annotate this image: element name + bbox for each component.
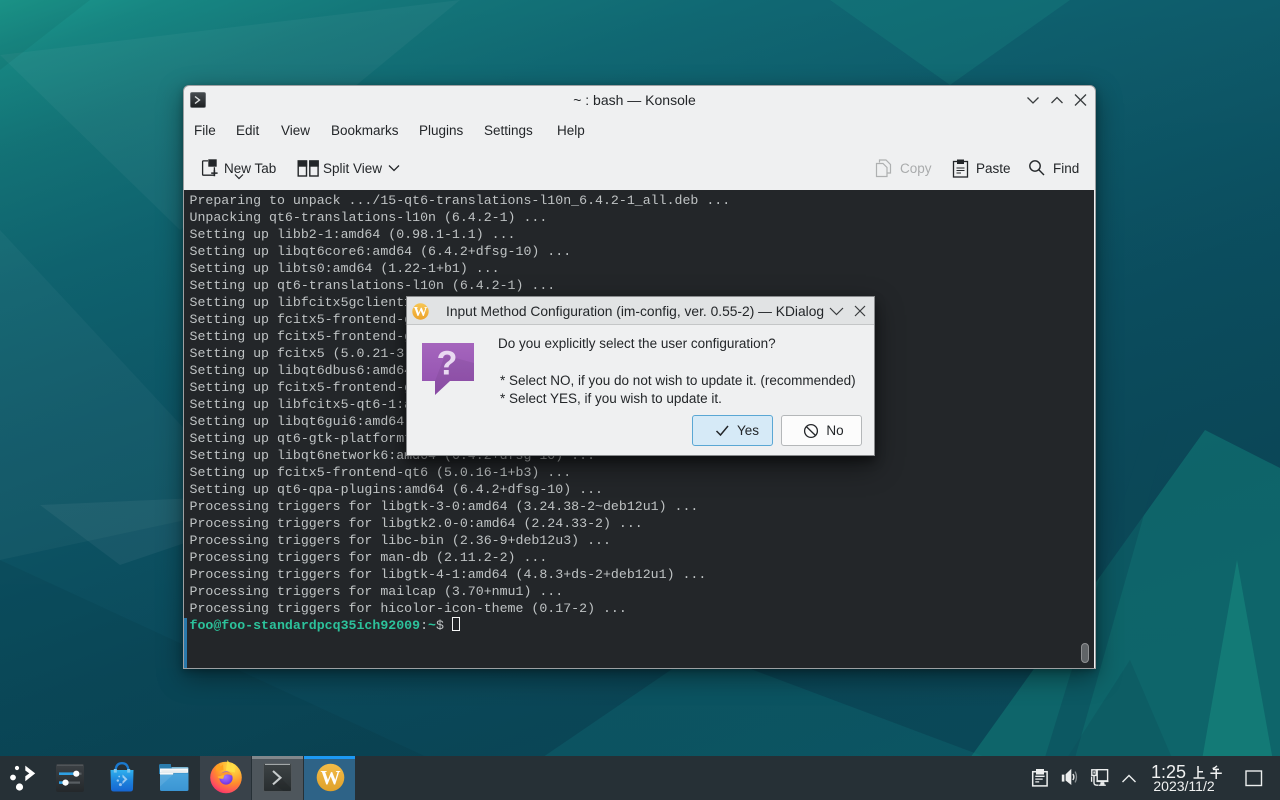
svg-text:W: W bbox=[321, 767, 341, 789]
svg-text:W: W bbox=[414, 305, 428, 320]
svg-text:?: ? bbox=[437, 345, 458, 383]
